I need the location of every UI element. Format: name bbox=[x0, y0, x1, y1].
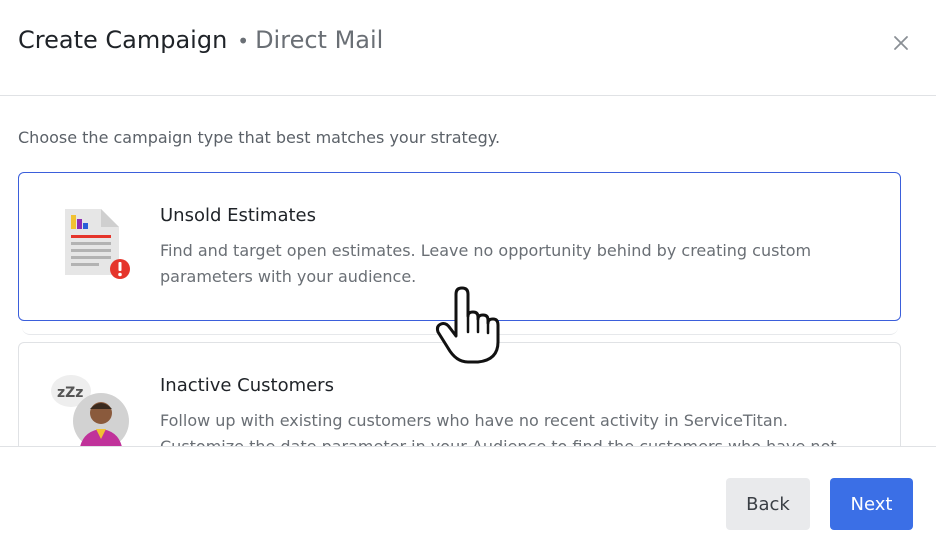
card-description: Follow up with existing customers who ha… bbox=[160, 411, 837, 446]
hand-pointer-cursor-icon bbox=[435, 286, 500, 364]
title-separator: • bbox=[237, 29, 250, 53]
card-title: Unsold Estimates bbox=[160, 205, 317, 226]
dialog-title: Create Campaign • Direct Mail bbox=[18, 24, 383, 57]
instruction-text: Choose the campaign type that best match… bbox=[18, 128, 501, 147]
estimate-document-alert-icon bbox=[65, 209, 130, 279]
next-button[interactable]: Next bbox=[830, 478, 913, 530]
title-text: Create Campaign bbox=[18, 26, 228, 54]
card-title: Inactive Customers bbox=[160, 375, 334, 396]
dialog-body: Choose the campaign type that best match… bbox=[0, 96, 936, 446]
card-description: Find and target open estimates. Leave no… bbox=[160, 241, 812, 286]
title-subtitle: Direct Mail bbox=[255, 26, 384, 54]
back-button[interactable]: Back bbox=[726, 478, 810, 530]
dialog-footer: Back Next bbox=[0, 446, 936, 541]
svg-text:zZz: zZz bbox=[57, 385, 83, 401]
close-icon[interactable] bbox=[888, 30, 914, 56]
sleeping-customer-icon: zZz bbox=[51, 375, 129, 446]
dialog-header: Create Campaign • Direct Mail bbox=[0, 0, 936, 96]
